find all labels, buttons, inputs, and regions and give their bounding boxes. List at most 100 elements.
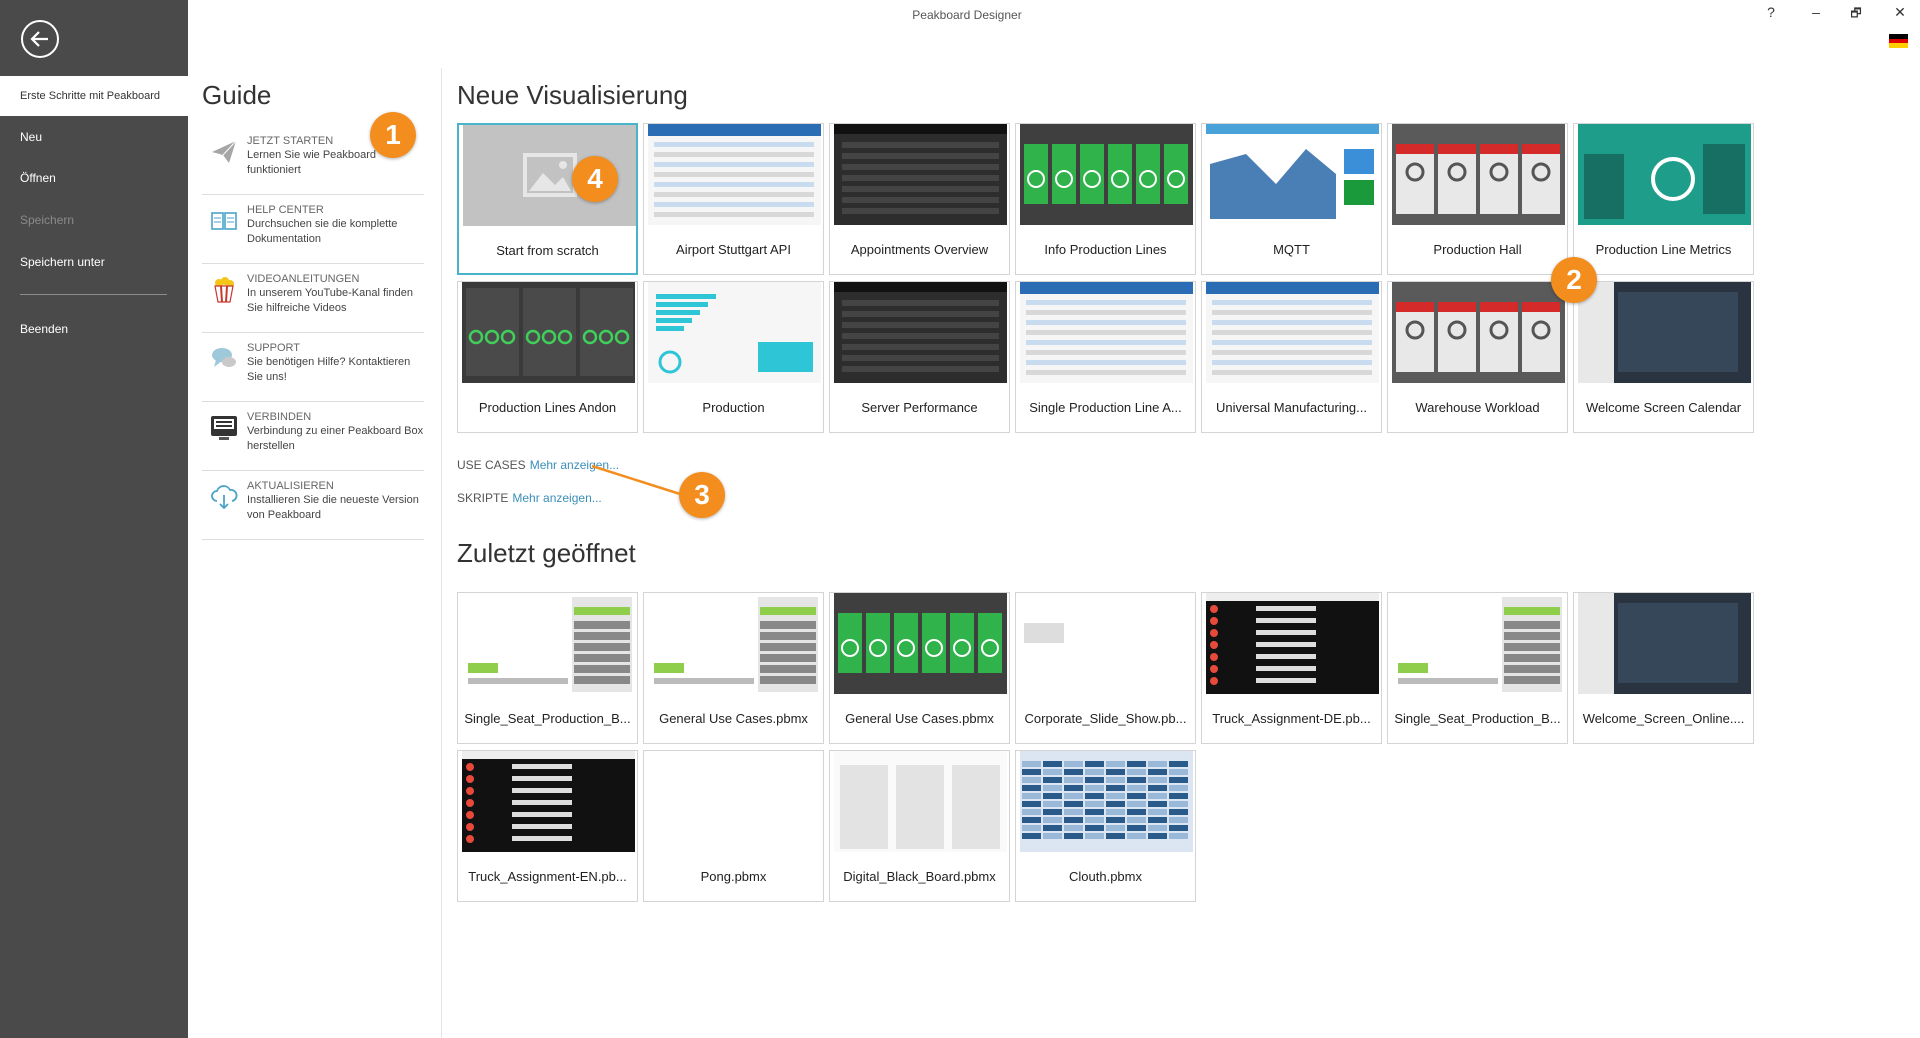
- help-button[interactable]: ?: [1759, 4, 1783, 20]
- recent-file-thumbnail: [648, 751, 821, 852]
- window-title: Peakboard Designer: [912, 8, 1022, 22]
- template-thumbnail: [834, 124, 1007, 225]
- template-tile[interactable]: Production: [643, 281, 824, 433]
- guide-item-text: Installieren Sie die neueste Version von…: [247, 494, 419, 521]
- recent-file-tile[interactable]: Clouth.pbmx: [1015, 750, 1196, 902]
- recent-file-tile[interactable]: Corporate_Slide_Show.pb...: [1015, 592, 1196, 744]
- template-thumbnail: [462, 282, 635, 383]
- recent-file-label: General Use Cases.pbmx: [845, 711, 994, 726]
- guide-item-help-center[interactable]: HELP CENTER Durchsuchen sie die komplett…: [202, 195, 424, 264]
- template-tile[interactable]: Warehouse Workload: [1387, 281, 1568, 433]
- guide-panel: Guide JETZT STARTEN Lernen Sie wie Peakb…: [202, 80, 424, 540]
- recent-file-thumbnail: [834, 593, 1007, 694]
- recent-file-tile[interactable]: Welcome_Screen_Online....: [1573, 592, 1754, 744]
- template-tile[interactable]: MQTT: [1201, 123, 1382, 275]
- recent-file-label: Truck_Assignment-DE.pb...: [1212, 711, 1371, 726]
- title-bar: Peakboard Designer: [188, 0, 1920, 30]
- template-thumbnail: [1020, 282, 1193, 383]
- popcorn-icon: [214, 277, 234, 303]
- template-label: MQTT: [1273, 242, 1310, 257]
- guide-title: Guide: [202, 80, 272, 110]
- chat-icon: [212, 348, 236, 367]
- recent-file-label: Truck_Assignment-EN.pb...: [468, 869, 627, 884]
- recent-file-tile[interactable]: Truck_Assignment-DE.pb...: [1201, 592, 1382, 744]
- template-tile[interactable]: Info Production Lines: [1015, 123, 1196, 275]
- guide-list: JETZT STARTEN Lernen Sie wie Peakboard f…: [202, 126, 424, 540]
- template-tile[interactable]: Single Production Line A...: [1015, 281, 1196, 433]
- recent-file-label: Clouth.pbmx: [1069, 869, 1142, 884]
- recent-file-tile[interactable]: Digital_Black_Board.pbmx: [829, 750, 1010, 902]
- template-tile[interactable]: Production Hall: [1387, 123, 1568, 275]
- template-thumbnail: [1392, 124, 1565, 225]
- template-label: Appointments Overview: [850, 242, 989, 257]
- template-label: Airport Stuttgart API: [676, 242, 791, 257]
- recent-file-thumbnail: [1206, 593, 1379, 694]
- template-label: Start from scratch: [496, 243, 599, 258]
- template-tile[interactable]: Production Line Metrics: [1573, 123, 1754, 275]
- recent-file-label: Digital_Black_Board.pbmx: [843, 869, 996, 884]
- template-tile[interactable]: Server Performance: [829, 281, 1010, 433]
- sidebar-item-open[interactable]: Öffnen: [0, 158, 188, 198]
- recent-file-thumbnail: [1392, 593, 1565, 694]
- use-cases-label: USE CASES: [457, 458, 526, 472]
- restore-button[interactable]: 🗗: [1844, 4, 1868, 25]
- recent-file-thumbnail: [462, 593, 635, 694]
- template-label: Info Production Lines: [1044, 242, 1167, 257]
- recent-file-label: Single_Seat_Production_B...: [1394, 711, 1561, 726]
- template-label: Production Hall: [1433, 242, 1522, 257]
- scripts-more-link[interactable]: Mehr anzeigen...: [512, 491, 601, 505]
- book-icon: [211, 212, 237, 230]
- template-thumbnail: [1206, 282, 1379, 383]
- template-tile[interactable]: Welcome Screen Calendar: [1573, 281, 1754, 433]
- template-label: Server Performance: [861, 400, 978, 415]
- close-button[interactable]: ✕: [1888, 4, 1912, 21]
- peakboard-box-icon: [211, 416, 237, 440]
- guide-item-support[interactable]: SUPPORT Sie benötigen Hilfe? Kontaktiere…: [202, 333, 424, 402]
- guide-item-text: Verbindung zu einer Peakboard Box herste…: [247, 425, 424, 452]
- recent-file-thumbnail: [1020, 751, 1193, 852]
- guide-item-connect[interactable]: VERBINDEN Verbindung zu einer Peakboard …: [202, 402, 424, 471]
- scripts-label: SKRIPTE: [457, 491, 509, 505]
- minimize-button[interactable]: –: [1804, 4, 1828, 20]
- template-tile[interactable]: Airport Stuttgart API: [643, 123, 824, 275]
- template-label: Universal Manufacturing...: [1215, 400, 1367, 415]
- recent-title: Zuletzt geöffnet: [457, 538, 636, 568]
- template-tile[interactable]: Production Lines Andon: [457, 281, 638, 433]
- template-thumbnail: [1392, 282, 1565, 383]
- template-thumbnail: [1206, 124, 1379, 225]
- german-flag-icon[interactable]: [1889, 34, 1908, 48]
- recent-file-label: Welcome_Screen_Online....: [1582, 711, 1745, 726]
- template-tile[interactable]: Appointments Overview: [829, 123, 1010, 275]
- recent-file-tile[interactable]: General Use Cases.pbmx: [643, 592, 824, 744]
- sidebar-item-new[interactable]: Neu: [0, 117, 188, 157]
- recent-file-thumbnail: [648, 593, 821, 694]
- guide-item-head: AKTUALISIEREN: [247, 480, 334, 492]
- template-thumbnail: [648, 282, 821, 383]
- guide-item-update[interactable]: AKTUALISIEREN Installieren Sie die neues…: [202, 471, 424, 540]
- recent-file-tile[interactable]: Single_Seat_Production_B...: [1387, 592, 1568, 744]
- recent-file-label: General Use Cases.pbmx: [659, 711, 808, 726]
- recent-file-tile[interactable]: Truck_Assignment-EN.pb...: [457, 750, 638, 902]
- guide-item-head: HELP CENTER: [247, 204, 324, 216]
- sidebar-item-getting-started[interactable]: Erste Schritte mit Peakboard: [0, 76, 188, 116]
- back-button[interactable]: [21, 20, 59, 58]
- template-thumbnail: [1578, 124, 1751, 225]
- guide-item-videos[interactable]: VIDEOANLEITUNGEN In unserem YouTube-Kana…: [202, 264, 424, 333]
- template-tile[interactable]: Start from scratch: [457, 123, 638, 275]
- recent-file-tile[interactable]: Single_Seat_Production_B...: [457, 592, 638, 744]
- guide-item-text: In unserem YouTube-Kanal finden Sie hilf…: [247, 287, 413, 314]
- arrow-left-icon: [30, 31, 48, 47]
- callout-pointer-line: [591, 464, 681, 496]
- guide-item-head: VERBINDEN: [247, 411, 312, 423]
- sidebar-item-save-as[interactable]: Speichern unter: [0, 242, 188, 282]
- recent-file-tile[interactable]: General Use Cases.pbmx: [829, 592, 1010, 744]
- recent-file-tile[interactable]: Pong.pbmx: [643, 750, 824, 902]
- template-tile[interactable]: Universal Manufacturing...: [1201, 281, 1382, 433]
- new-visualization-title: Neue Visualisierung: [457, 80, 688, 110]
- recent-file-thumbnail: [462, 751, 635, 852]
- guide-item-text: Sie benötigen Hilfe? Kontaktieren Sie un…: [247, 356, 411, 383]
- guide-item-head: SUPPORT: [247, 342, 300, 354]
- template-label: Production Lines Andon: [478, 400, 617, 415]
- sidebar-item-exit[interactable]: Beenden: [0, 309, 188, 349]
- template-label: Warehouse Workload: [1415, 400, 1540, 415]
